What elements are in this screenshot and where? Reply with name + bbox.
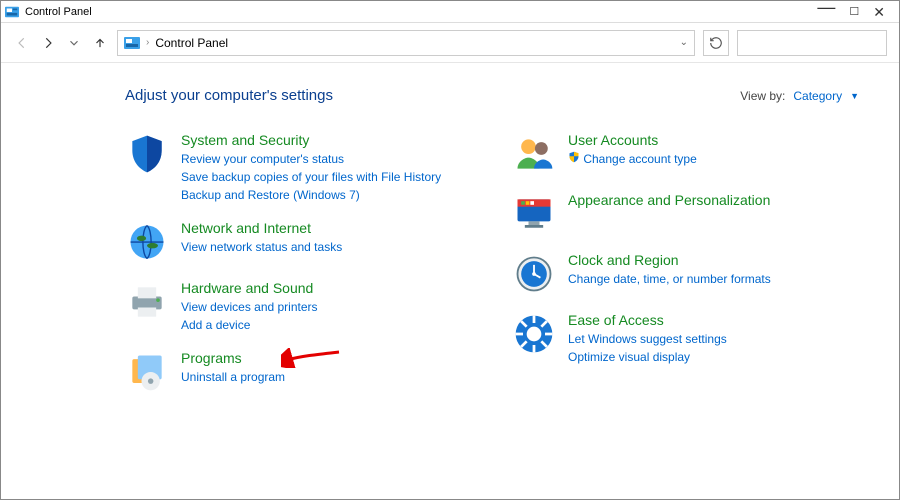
navigation-bar: › Control Panel ⌄ — [1, 23, 899, 63]
category-title[interactable]: Programs — [181, 350, 285, 366]
category-title[interactable]: System and Security — [181, 132, 441, 148]
control-panel-app-icon — [5, 5, 19, 19]
window-title: Control Panel — [25, 6, 92, 18]
back-button[interactable] — [13, 34, 31, 52]
category-link[interactable]: View network status and tasks — [181, 238, 342, 256]
category-link[interactable]: Change date, time, or number formats — [568, 270, 771, 288]
up-button[interactable] — [91, 34, 109, 52]
category-link[interactable]: Backup and Restore (Windows 7) — [181, 186, 441, 204]
category-link[interactable]: Review your computer's status — [181, 150, 441, 168]
chevron-down-icon[interactable]: ▼ — [850, 91, 859, 101]
category-title[interactable]: Network and Internet — [181, 220, 342, 236]
page-title: Adjust your computer's settings — [125, 87, 333, 104]
viewby-label: View by: — [740, 89, 785, 103]
recent-locations-button[interactable] — [65, 34, 83, 52]
maximize-button[interactable]: ☐ — [849, 6, 859, 18]
category-programs: Programs Uninstall a program — [125, 350, 472, 394]
category-network-internet: Network and Internet View network status… — [125, 220, 472, 264]
category-appearance-personalization: Appearance and Personalization — [512, 192, 859, 236]
category-link[interactable]: Save backup copies of your files with Fi… — [181, 168, 441, 186]
category-link[interactable]: Add a device — [181, 316, 318, 334]
shield-icon — [125, 132, 169, 176]
category-title[interactable]: Hardware and Sound — [181, 280, 318, 296]
category-ease-of-access: Ease of Access Let Windows suggest setti… — [512, 312, 859, 366]
content-area: Adjust your computer's settings View by:… — [1, 63, 899, 420]
search-input[interactable] — [737, 30, 887, 56]
category-link[interactable]: Let Windows suggest settings — [568, 330, 727, 348]
category-user-accounts: User Accounts Change account type — [512, 132, 859, 176]
category-title[interactable]: Ease of Access — [568, 312, 727, 328]
user-accounts-icon — [512, 132, 556, 176]
programs-icon — [125, 350, 169, 394]
monitor-icon — [512, 192, 556, 236]
category-link[interactable]: View devices and printers — [181, 298, 318, 316]
categories-columns: System and Security Review your computer… — [125, 132, 859, 410]
category-title[interactable]: Clock and Region — [568, 252, 771, 268]
breadcrumb[interactable]: Control Panel — [155, 36, 228, 50]
view-by-control[interactable]: View by: Category ▼ — [740, 89, 859, 103]
minimize-button[interactable]: — — [817, 1, 835, 13]
printer-icon — [125, 280, 169, 324]
clock-icon — [512, 252, 556, 296]
uac-shield-icon — [568, 150, 580, 162]
category-clock-region: Clock and Region Change date, time, or n… — [512, 252, 859, 296]
address-dropdown-icon[interactable]: ⌄ — [680, 37, 688, 48]
category-link[interactable]: Optimize visual display — [568, 348, 727, 366]
breadcrumb-chevron-icon[interactable]: › — [146, 37, 149, 48]
category-title[interactable]: User Accounts — [568, 132, 697, 148]
category-hardware-sound: Hardware and Sound View devices and prin… — [125, 280, 472, 334]
refresh-button[interactable] — [703, 30, 729, 56]
forward-button[interactable] — [39, 34, 57, 52]
category-link-text: Change account type — [583, 152, 696, 166]
left-column: System and Security Review your computer… — [125, 132, 472, 410]
close-button[interactable]: ✕ — [873, 6, 885, 18]
ease-of-access-icon — [512, 312, 556, 356]
address-bar[interactable]: › Control Panel ⌄ — [117, 30, 695, 56]
category-link[interactable]: Change account type — [568, 150, 697, 168]
category-system-security: System and Security Review your computer… — [125, 132, 472, 204]
globe-icon — [125, 220, 169, 264]
header-row: Adjust your computer's settings View by:… — [125, 87, 859, 104]
viewby-value[interactable]: Category — [793, 89, 842, 103]
right-column: User Accounts Change account type Appear… — [512, 132, 859, 410]
window-controls: — ☐ ✕ — [817, 6, 895, 18]
category-link[interactable]: Uninstall a program — [181, 368, 285, 386]
address-app-icon — [124, 35, 140, 51]
titlebar: Control Panel — ☐ ✕ — [1, 1, 899, 23]
category-title[interactable]: Appearance and Personalization — [568, 192, 770, 208]
